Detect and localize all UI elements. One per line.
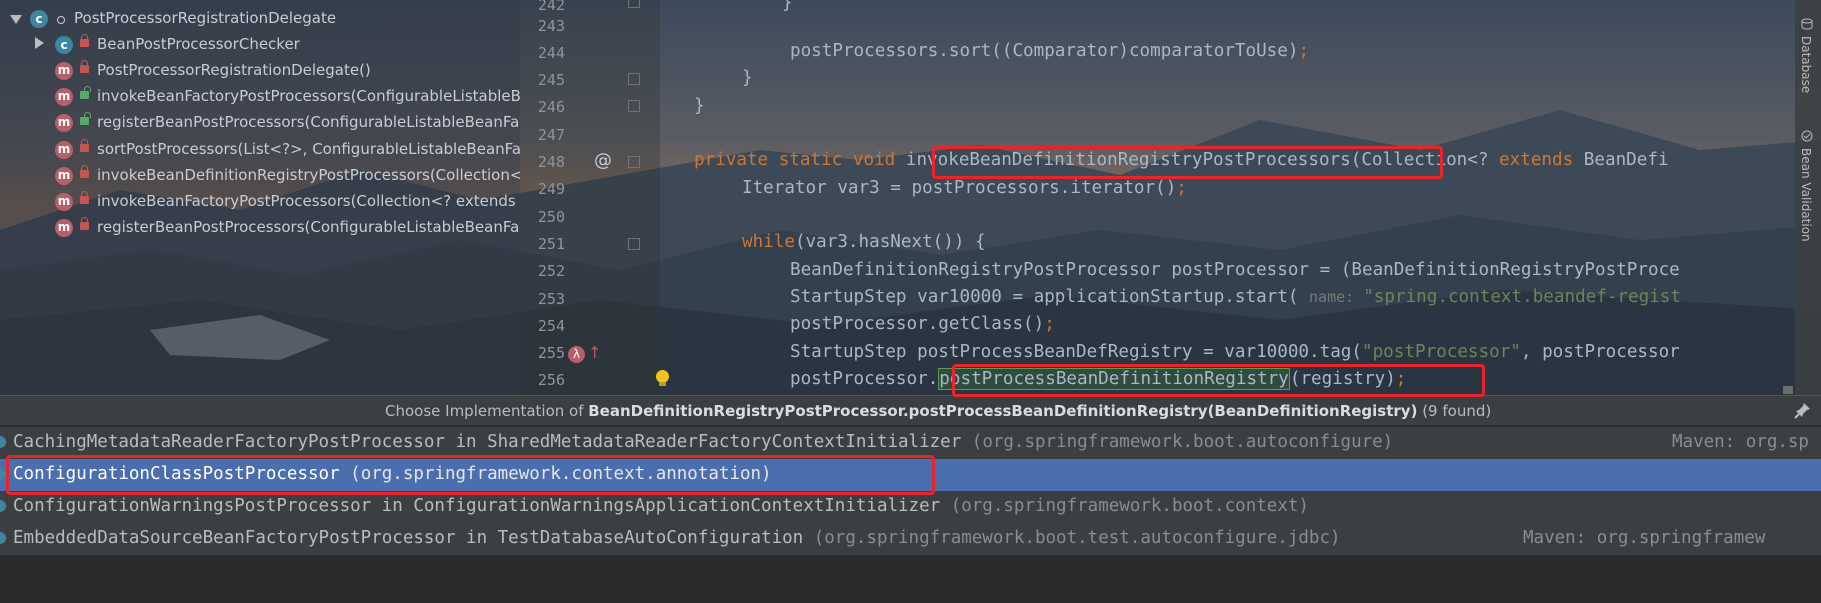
editor-scroll-marker[interactable]: [1783, 386, 1793, 394]
class-icon: c: [55, 36, 73, 54]
line-number: 251: [537, 235, 565, 253]
override-annotation-icon[interactable]: @: [594, 150, 612, 171]
tree-item-label: registerBeanPostProcessors(ConfigurableL…: [97, 218, 520, 236]
tree-item-register-bean-pp-private[interactable]: m registerBeanPostProcessors(Configurabl…: [0, 215, 520, 241]
fold-marker-icon[interactable]: [628, 73, 640, 85]
public-unlock-icon: [80, 86, 91, 99]
implementation-class: CachingMetadataReaderFactoryPostProcesso…: [13, 432, 972, 452]
annotation-box-selected-implementation: [6, 455, 935, 495]
tree-item-invoke-bean-factory-pp-collection[interactable]: m invokeBeanFactoryPostProcessors(Collec…: [0, 189, 520, 215]
expand-arrow-icon[interactable]: [35, 37, 44, 49]
parameter-hint: name:: [1309, 288, 1364, 306]
class-icon: [0, 500, 6, 512]
code-line-253[interactable]: StartupStep var10000 = applicationStartu…: [790, 287, 1681, 311]
private-lock-icon: [80, 217, 89, 230]
tree-item-label: invokeBeanDefinitionRegistryPostProcesso…: [97, 166, 520, 184]
tree-item-sort-post-processors[interactable]: m sortPostProcessors(List<?>, Configurab…: [0, 137, 520, 163]
line-number: 254: [537, 317, 565, 335]
private-lock-icon: [80, 165, 89, 178]
bean-validation-icon: [1801, 130, 1813, 142]
implementation-item[interactable]: EmbeddedDataSourceBeanFactoryPostProcess…: [0, 523, 1821, 555]
implementation-package: (org.springframework.boot.autoconfigure): [971, 432, 1394, 452]
line-number: 244: [537, 44, 565, 62]
line-number: 252: [537, 262, 565, 280]
implementation-package: (org.springframework.boot.context): [950, 496, 1309, 516]
fold-marker-icon[interactable]: [628, 0, 640, 8]
method-icon: m: [55, 219, 73, 237]
fold-marker-icon[interactable]: [628, 156, 640, 168]
choose-implementation-popup-header: Choose Implementation of BeanDefinitionR…: [0, 395, 1821, 425]
code-line-242[interactable]: }: [782, 0, 793, 17]
method-icon: m: [55, 167, 73, 185]
line-number: 245: [537, 71, 565, 89]
implementation-item[interactable]: ConfigurationWarningsPostProcessor in Co…: [0, 491, 1821, 523]
tab-bean-validation[interactable]: Bean Validation: [1799, 148, 1813, 242]
line-number: 255: [537, 344, 565, 362]
tab-database[interactable]: Database: [1799, 36, 1813, 93]
code-line-252[interactable]: BeanDefinitionRegistryPostProcessor post…: [790, 260, 1680, 284]
fold-marker-icon[interactable]: [628, 238, 640, 250]
tree-item-bean-post-processor-checker[interactable]: c BeanPostProcessorChecker: [0, 32, 520, 58]
implementation-package: (org.springframework.boot.test.autoconfi…: [813, 528, 1341, 548]
annotation-box-method-call: [952, 364, 1485, 397]
code-line-251[interactable]: while(var3.hasNext()) {: [742, 232, 986, 256]
code-line-244[interactable]: postProcessors.sort((Comparator)comparat…: [790, 41, 1309, 65]
private-lock-icon: [80, 139, 89, 152]
tree-item-label: invokeBeanFactoryPostProcessors(Collecti…: [97, 192, 520, 210]
code-line-254[interactable]: postProcessor.getClass();: [790, 314, 1055, 338]
method-icon: m: [55, 114, 73, 132]
tree-item-label: PostProcessorRegistrationDelegate(): [97, 61, 371, 79]
annotation-box-method-declaration: [932, 146, 1443, 179]
line-number: 253: [537, 290, 565, 308]
fold-marker-icon[interactable]: [628, 100, 640, 112]
line-number: 246: [537, 98, 565, 116]
tree-item-label: invokeBeanFactoryPostProcessors(Configur…: [97, 87, 520, 105]
maven-source: Maven: org.springframew: [1523, 528, 1766, 548]
method-icon: m: [55, 193, 73, 211]
tree-item-invoke-bean-factory-pp[interactable]: m invokeBeanFactoryPostProcessors(Config…: [0, 84, 520, 110]
code-line-245[interactable]: }: [742, 68, 753, 92]
method-icon: m: [55, 88, 73, 106]
tree-item-constructor[interactable]: m PostProcessorRegistrationDelegate(): [0, 58, 520, 84]
class-icon: [0, 436, 6, 448]
tree-item-label: registerBeanPostProcessors(ConfigurableL…: [97, 113, 520, 131]
method-icon: m: [55, 62, 73, 80]
lambda-icon[interactable]: λ: [568, 346, 585, 363]
implementation-class: EmbeddedDataSourceBeanFactoryPostProcess…: [13, 528, 814, 548]
tree-item-label: sortPostProcessors(List<?>, Configurable…: [97, 140, 520, 158]
line-number: 247: [537, 126, 565, 144]
method-icon: m: [55, 141, 73, 159]
tree-root-label: PostProcessorRegistrationDelegate: [74, 9, 337, 27]
private-lock-icon: [80, 60, 89, 73]
tree-root-row[interactable]: c PostProcessorRegistrationDelegate: [0, 6, 520, 32]
database-icon: [1801, 18, 1813, 30]
code-line-246[interactable]: }: [694, 96, 705, 120]
maven-source: Maven: org.sp: [1672, 432, 1809, 452]
collapse-arrow-icon[interactable]: [10, 15, 22, 24]
class-icon: c: [30, 10, 48, 28]
line-number: 249: [537, 180, 565, 198]
private-lock-icon: [80, 191, 89, 204]
tree-item-register-bean-pp[interactable]: m registerBeanPostProcessors(Configurabl…: [0, 110, 520, 136]
popup-title: Choose Implementation of BeanDefinitionR…: [385, 402, 1492, 420]
code-line-255[interactable]: StartupStep postProcessBeanDefRegistry =…: [790, 342, 1680, 366]
implementation-class: ConfigurationWarningsPostProcessor in Co…: [13, 496, 951, 516]
implements-arrow-icon[interactable]: ↑: [588, 343, 601, 362]
package-visibility-icon: [57, 16, 65, 24]
public-unlock-icon: [80, 112, 91, 125]
private-lock-icon: [80, 34, 89, 47]
structure-panel: c PostProcessorRegistrationDelegate c Be…: [0, 0, 520, 395]
tree-item-invoke-bdr-pp[interactable]: m invokeBeanDefinitionRegistryPostProces…: [0, 163, 520, 189]
tree-item-label: BeanPostProcessorChecker: [97, 35, 300, 53]
line-number: 243: [537, 17, 565, 35]
line-number: 256: [537, 371, 565, 389]
line-number: 248: [537, 153, 565, 171]
pin-icon[interactable]: [1794, 401, 1812, 419]
code-line-249[interactable]: Iterator var3 = postProcessors.iterator(…: [742, 178, 1187, 202]
class-icon: [0, 532, 6, 544]
lightbulb-intention-icon[interactable]: [656, 370, 669, 386]
line-number: 250: [537, 208, 565, 226]
